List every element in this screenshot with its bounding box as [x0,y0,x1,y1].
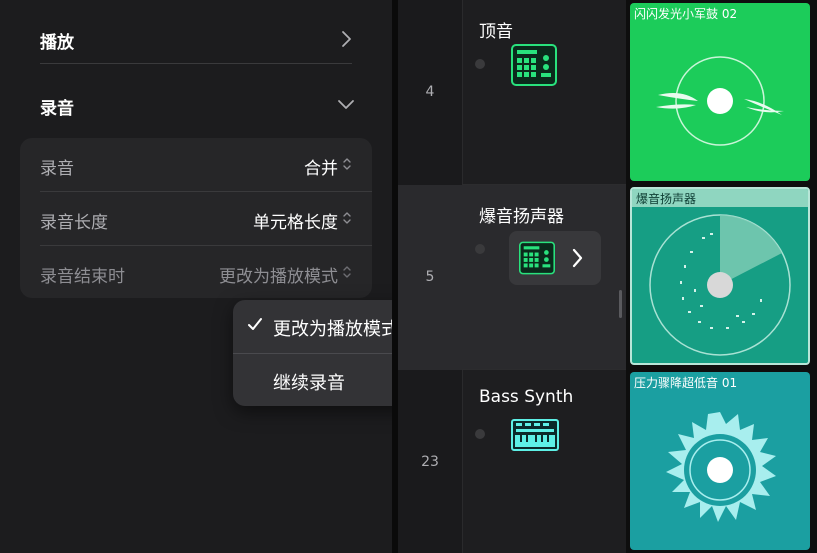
track-status-dot [475,244,485,254]
checkmark-icon [248,318,262,330]
track-list: 4 顶音 5 爆音扬声器 23 Bass Synth [398,0,626,553]
recording-settings-group: 录音 合并 录音长度 单元格长度 录音结束时 更改为播放模式 [20,138,372,298]
settings-panel: 播放 录音 录音 合并 录音长度 单元格长度 录音结束时 更改为播放模式 [0,0,392,553]
updown-chevron-icon [343,158,351,170]
recording-end-value[interactable]: 更改为播放模式 [219,262,338,287]
recording-mode-label: 录音 [40,159,74,179]
drum-machine-icon[interactable] [511,44,557,86]
menu-item-label: 继续录音 [273,373,345,394]
chevron-right-icon[interactable] [340,30,352,48]
chevron-right-icon [572,248,583,268]
track-name[interactable]: 顶音 [479,17,513,42]
drum-pattern-graphic [656,56,784,146]
track-status-dot [475,429,485,439]
clip-cell[interactable]: 压力骤降超低音 01 [630,372,810,550]
recording-mode-row[interactable]: 录音 合并 [20,138,372,191]
recording-length-row[interactable]: 录音长度 单元格长度 [20,192,372,245]
track-name[interactable]: Bass Synth [479,387,573,407]
chevron-down-icon[interactable] [337,98,355,110]
track-status-dot [475,59,485,69]
menu-item-label: 更改为播放模式 [273,319,399,340]
track-name[interactable]: 爆音扬声器 [479,202,564,227]
instrument-button[interactable] [509,231,601,285]
updown-chevron-icon [343,212,351,224]
recording-end-row[interactable]: 录音结束时 更改为播放模式 [20,246,372,299]
track-number: 4 [425,84,435,100]
track-number: 5 [425,269,435,285]
track-number: 23 [421,454,439,470]
waveform-graphic [666,412,776,522]
track-divider [462,369,626,370]
synthesizer-icon[interactable] [511,419,559,451]
cell-grid-column: 闪闪发光小军鼓 02 爆音扬声器 压力骤降超低音 01 [626,0,817,553]
recording-section-title[interactable]: 录音 [40,94,74,119]
playback-section-title[interactable]: 播放 [40,28,74,53]
section-divider [40,63,352,64]
drum-machine-icon [519,241,555,275]
updown-chevron-icon [343,266,351,278]
recording-length-value[interactable]: 单元格长度 [253,208,338,233]
recording-length-label: 录音长度 [40,213,108,233]
recording-mode-value[interactable]: 合并 [304,154,338,179]
track-divider [462,184,626,185]
recording-end-label: 录音结束时 [40,267,125,287]
clip-cell[interactable]: 闪闪发光小军鼓 02 [630,3,810,181]
scroll-indicator[interactable] [619,290,622,318]
drum-pattern-graphic [649,214,791,356]
clip-cell-selected[interactable]: 爆音扬声器 [630,187,810,365]
